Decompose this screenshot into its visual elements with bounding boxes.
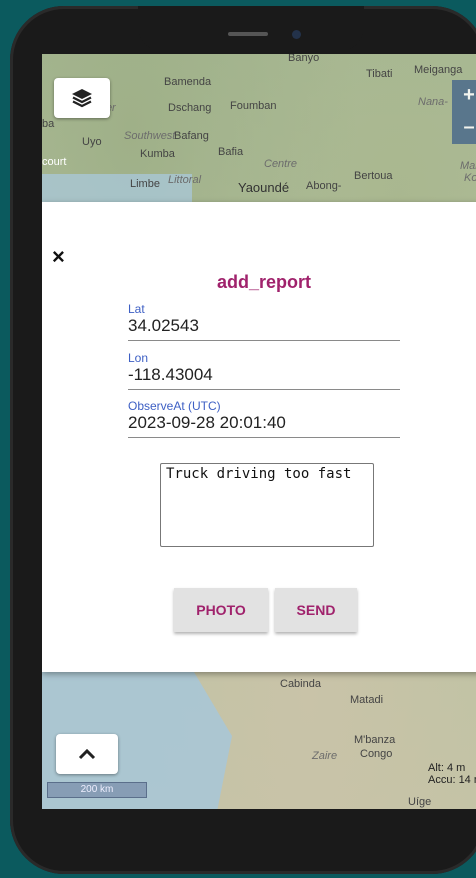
- map-place-label: ba: [42, 118, 55, 130]
- map-place-label: Bafang: [174, 130, 209, 142]
- observe-at-field[interactable]: ObserveAt (UTC) 2023-09-28 20:01:40: [128, 400, 400, 438]
- zoom-in-button[interactable]: +: [452, 80, 476, 112]
- camera-icon: [292, 30, 301, 39]
- map-place-label: Dschang: [168, 102, 212, 114]
- accuracy-text: Accu: 14 m: [428, 774, 476, 786]
- layers-button[interactable]: [54, 78, 110, 118]
- map-place-label: Congo: [360, 748, 393, 760]
- lon-label: Lon: [128, 351, 149, 365]
- map-place-label: Bafia: [218, 146, 244, 158]
- map-place-label: Uyo: [82, 136, 102, 148]
- map-place-label: Littoral: [168, 174, 202, 186]
- map-place-label: Man: [460, 160, 476, 172]
- map-place-label: Ko: [464, 172, 476, 184]
- lon-value[interactable]: -118.43004: [128, 365, 400, 389]
- app-screen: Banyo Tibati Meiganga Bamenda Dschang Fo…: [42, 54, 476, 809]
- lon-field[interactable]: Lon -118.43004: [128, 352, 400, 390]
- speaker-grille: [228, 32, 268, 36]
- map-place-label: Meiganga: [414, 64, 463, 76]
- map-place-label: Nana-: [418, 96, 448, 108]
- phone-notch: [138, 6, 364, 52]
- zoom-control: + –: [452, 80, 476, 144]
- map-place-label: court: [42, 156, 67, 168]
- dialog-title: add_report: [216, 272, 312, 292]
- map-place-label: Southwest: [124, 130, 176, 142]
- map-place-label: Bamenda: [164, 76, 212, 88]
- observe-at-value[interactable]: 2023-09-28 20:01:40: [128, 413, 400, 437]
- map-place-label: Abong-: [306, 180, 342, 192]
- map-place-label: M'banza: [354, 734, 396, 746]
- map-place-label: Zaire: [312, 750, 338, 762]
- send-button[interactable]: SEND: [275, 588, 357, 632]
- expand-button[interactable]: [56, 734, 118, 774]
- gps-info: Alt: 4 m Accu: 14 m: [428, 762, 476, 786]
- map-place-label: Uíge: [408, 796, 432, 808]
- chevron-up-icon: [78, 748, 96, 760]
- map-place-label: Bertoua: [354, 170, 393, 182]
- map-place-label: Kumba: [140, 148, 175, 160]
- map-place-label: Banyo: [288, 54, 320, 64]
- phone-frame: Banyo Tibati Meiganga Bamenda Dschang Fo…: [10, 6, 476, 874]
- map-place-label: Foumban: [230, 100, 277, 112]
- map-place-label: Matadi: [350, 694, 384, 706]
- layers-icon: [72, 89, 92, 108]
- report-note-textarea[interactable]: [160, 463, 374, 547]
- observe-at-label: ObserveAt (UTC): [128, 399, 221, 413]
- lat-label: Lat: [128, 302, 145, 316]
- map-place-label: Yaoundé: [238, 180, 290, 195]
- lat-value[interactable]: 34.02543: [128, 316, 400, 340]
- close-icon[interactable]: ×: [52, 244, 65, 270]
- map-place-label: Tibati: [366, 68, 393, 80]
- map-place-label: Cabinda: [280, 678, 321, 690]
- altitude-text: Alt: 4 m: [428, 762, 466, 774]
- map-scale: 200 km: [47, 782, 147, 798]
- lat-field[interactable]: Lat 34.02543: [128, 303, 400, 341]
- photo-button[interactable]: PHOTO: [174, 588, 268, 632]
- add-report-dialog: × add_report Lat 34.02543 Lon -118.43004…: [42, 202, 476, 672]
- zoom-out-button[interactable]: –: [452, 112, 476, 144]
- map-place-label: Centre: [264, 158, 298, 170]
- map-place-label: Limbe: [130, 178, 160, 190]
